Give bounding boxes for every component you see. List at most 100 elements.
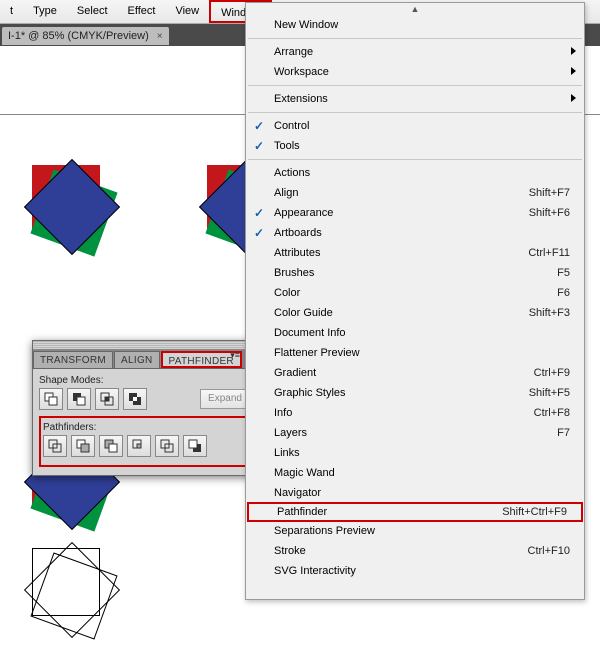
menu-color[interactable]: ColorF6 xyxy=(246,283,584,303)
merge-button[interactable] xyxy=(99,435,123,457)
minus-back-button[interactable] xyxy=(183,435,207,457)
menu-shortcut: Ctrl+F10 xyxy=(528,545,571,557)
menu-shortcut: Shift+F3 xyxy=(529,307,570,319)
menu-color-guide[interactable]: Color GuideShift+F3 xyxy=(246,303,584,323)
menu-flattener-preview[interactable]: Flattener Preview xyxy=(246,343,584,363)
menu-workspace[interactable]: Workspace xyxy=(246,62,584,82)
menu-arrange[interactable]: Arrange xyxy=(246,42,584,62)
exclude-button[interactable] xyxy=(123,388,147,410)
menu-separator xyxy=(248,112,582,113)
menu-graphic-styles[interactable]: Graphic StylesShift+F5 xyxy=(246,383,584,403)
close-icon[interactable]: × xyxy=(157,31,163,42)
menu-svg-interactivity[interactable]: SVG Interactivity xyxy=(246,561,584,581)
menu-label: Align xyxy=(274,187,529,199)
menu-label: Color Guide xyxy=(274,307,529,319)
menu-item-select[interactable]: Select xyxy=(67,0,118,23)
menu-shortcut: F7 xyxy=(557,427,570,439)
menu-label: Separations Preview xyxy=(274,525,570,537)
tab-align[interactable]: ALIGN xyxy=(114,351,160,368)
shape-group-1[interactable] xyxy=(20,161,130,271)
panel-tabs: TRANSFORM ALIGN PATHFINDER xyxy=(33,349,256,369)
menu-stroke[interactable]: StrokeCtrl+F10 xyxy=(246,541,584,561)
shape-outline-group[interactable] xyxy=(20,544,130,654)
menu-layers[interactable]: LayersF7 xyxy=(246,423,584,443)
menu-label: Tools xyxy=(274,140,570,152)
document-tab[interactable]: I-1* @ 85% (CMYK/Preview) × xyxy=(2,27,169,45)
menu-separator xyxy=(248,85,582,86)
menu-label: Links xyxy=(274,447,570,459)
menu-label: Stroke xyxy=(274,545,528,557)
menu-shortcut: Ctrl+F8 xyxy=(534,407,570,419)
crop-button[interactable] xyxy=(127,435,151,457)
menu-item-effect[interactable]: Effect xyxy=(118,0,166,23)
menu-artboards[interactable]: Artboards xyxy=(246,223,584,243)
menu-links[interactable]: Links xyxy=(246,443,584,463)
menu-shortcut: Ctrl+F9 xyxy=(534,367,570,379)
menu-label: Magic Wand xyxy=(274,467,570,479)
menu-shortcut: Ctrl+F11 xyxy=(528,247,570,259)
menu-label: Color xyxy=(274,287,557,299)
menu-document-info[interactable]: Document Info xyxy=(246,323,584,343)
pathfinders-group: Pathfinders: xyxy=(39,416,250,467)
pathfinder-panel[interactable]: ▾≡ x TRANSFORM ALIGN PATHFINDER Shape Mo… xyxy=(32,340,257,476)
menu-control[interactable]: Control xyxy=(246,116,584,136)
scroll-up-arrow-icon[interactable]: ▲ xyxy=(246,3,584,15)
panel-menu-icon[interactable]: ▾≡ xyxy=(230,350,240,361)
panel-body: Shape Modes: Expand Pathfinders: xyxy=(33,369,256,475)
menu-item-view[interactable]: View xyxy=(165,0,209,23)
menu-brushes[interactable]: BrushesF5 xyxy=(246,263,584,283)
menu-separations-preview[interactable]: Separations Preview xyxy=(246,521,584,541)
menu-shortcut: Shift+F5 xyxy=(529,387,570,399)
menu-shortcut: Shift+F7 xyxy=(529,187,570,199)
pathfinders-label: Pathfinders: xyxy=(43,422,246,433)
menu-label: Gradient xyxy=(274,367,534,379)
menu-label: Appearance xyxy=(274,207,529,219)
expand-button[interactable]: Expand xyxy=(200,389,250,409)
minus-front-button[interactable] xyxy=(67,388,91,410)
submenu-arrow-icon xyxy=(571,94,576,102)
menu-extensions[interactable]: Extensions xyxy=(246,89,584,109)
outline-button[interactable] xyxy=(155,435,179,457)
menu-shortcut: Shift+F6 xyxy=(529,207,570,219)
menu-label: Pathfinder xyxy=(277,506,502,518)
menu-separator xyxy=(248,159,582,160)
menu-item-partial[interactable]: t xyxy=(0,0,23,23)
menu-shortcut: F6 xyxy=(557,287,570,299)
tab-transform[interactable]: TRANSFORM xyxy=(33,351,113,368)
menu-separator xyxy=(248,38,582,39)
menu-appearance[interactable]: AppearanceShift+F6 xyxy=(246,203,584,223)
menu-shortcut: F5 xyxy=(557,267,570,279)
menu-label: Document Info xyxy=(274,327,570,339)
menu-gradient[interactable]: GradientCtrl+F9 xyxy=(246,363,584,383)
submenu-arrow-icon xyxy=(571,47,576,55)
trim-button[interactable] xyxy=(71,435,95,457)
menu-label: Extensions xyxy=(274,93,570,105)
menu-align[interactable]: AlignShift+F7 xyxy=(246,183,584,203)
menu-shortcut: Shift+Ctrl+F9 xyxy=(502,506,567,518)
menu-label: SVG Interactivity xyxy=(274,565,570,577)
submenu-arrow-icon xyxy=(571,67,576,75)
menu-label: Arrange xyxy=(274,46,570,58)
pathfinders-row xyxy=(43,435,246,457)
intersect-button[interactable] xyxy=(95,388,119,410)
menu-info[interactable]: InfoCtrl+F8 xyxy=(246,403,584,423)
shape-modes-row: Expand xyxy=(39,388,250,410)
menu-magic-wand[interactable]: Magic Wand xyxy=(246,463,584,483)
window-menu-dropdown: ▲ New Window Arrange Workspace Extension… xyxy=(245,2,585,600)
menu-navigator[interactable]: Navigator xyxy=(246,483,584,503)
panel-titlebar[interactable] xyxy=(33,341,256,349)
menu-item-type[interactable]: Type xyxy=(23,0,67,23)
menu-label: Workspace xyxy=(274,66,570,78)
menu-label: Flattener Preview xyxy=(274,347,570,359)
menu-new-window[interactable]: New Window xyxy=(246,15,584,35)
menu-pathfinder[interactable]: PathfinderShift+Ctrl+F9 xyxy=(247,502,583,522)
menu-label: Graphic Styles xyxy=(274,387,529,399)
divide-button[interactable] xyxy=(43,435,67,457)
shape-modes-label: Shape Modes: xyxy=(39,375,250,386)
menu-label: Attributes xyxy=(274,247,528,259)
menu-tools[interactable]: Tools xyxy=(246,136,584,156)
menu-attributes[interactable]: AttributesCtrl+F11 xyxy=(246,243,584,263)
menu-actions[interactable]: Actions xyxy=(246,163,584,183)
unite-button[interactable] xyxy=(39,388,63,410)
menu-label: Actions xyxy=(274,167,570,179)
